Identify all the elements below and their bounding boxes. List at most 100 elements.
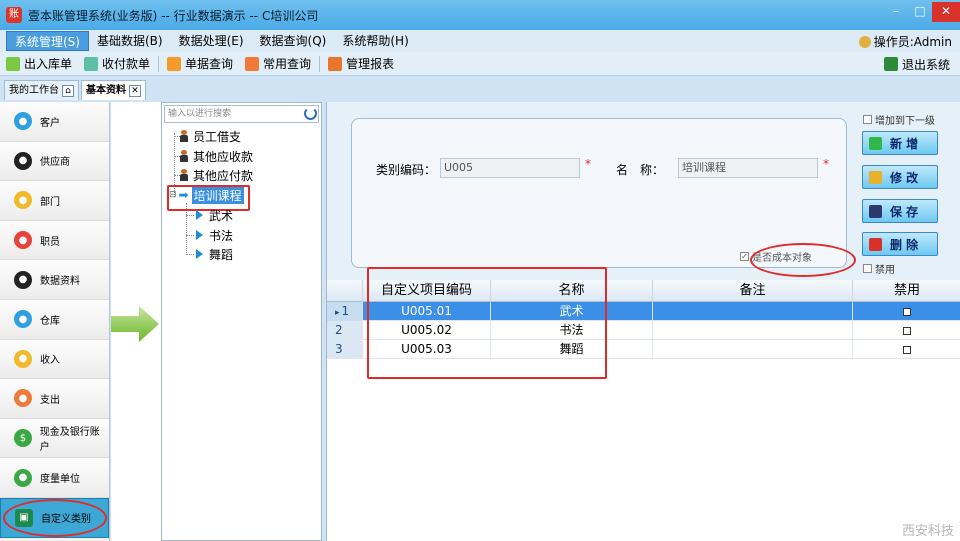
row-pointer-icon: ▸ <box>335 308 340 318</box>
exit-door-icon <box>883 57 898 71</box>
measure-icon: ● <box>14 468 32 487</box>
nav-warehouse[interactable]: ● 仓库 <box>0 299 109 340</box>
nav-expense[interactable]: ● 支出 <box>0 379 109 419</box>
user-icon <box>858 35 871 48</box>
delete-button[interactable]: 删 除 <box>862 232 938 256</box>
grid-highlight-box <box>367 267 607 379</box>
menu-data-query[interactable]: 数据查询(Q) <box>252 31 335 51</box>
person-icon <box>180 169 188 181</box>
checkbox-icon[interactable] <box>903 307 911 316</box>
stock-inout-button[interactable]: 出入库单 <box>0 53 78 75</box>
home-icon: ⌂ <box>62 84 74 97</box>
payment-button[interactable]: 收付款单 <box>78 53 156 75</box>
row-number: 3 <box>327 340 363 359</box>
income-icon: ● <box>14 349 32 368</box>
pencil-icon <box>869 170 882 184</box>
tree-node-calligraphy[interactable]: 书法 <box>196 226 233 244</box>
person-icon <box>180 150 188 162</box>
nav-cash-bank[interactable]: $ 现金及银行账户 <box>0 418 109 459</box>
toolbar: 出入库单 收付款单 单据查询 常用查询 管理报表 退出系统 <box>0 52 960 76</box>
management-report-button[interactable]: 管理报表 <box>322 53 400 75</box>
right-arrow-icon <box>111 306 159 342</box>
tree-node-dance[interactable]: 舞蹈 <box>196 245 233 263</box>
menu-basic-data[interactable]: 基础数据(B) <box>89 31 171 51</box>
add-button[interactable]: 新 增 <box>862 131 938 155</box>
expense-icon: ● <box>14 389 32 408</box>
menu-help[interactable]: 系统帮助(H) <box>334 31 416 51</box>
operator-label: 操作员:Admin <box>873 35 952 49</box>
checkbox-checked-icon: ✓ <box>740 252 749 261</box>
nav-units[interactable]: ● 度量单位 <box>0 458 109 498</box>
person-icon <box>180 130 188 142</box>
voucher-query-button[interactable]: 单据查询 <box>161 53 239 75</box>
customer-icon: ● <box>14 112 32 131</box>
watermark: 西安科技 <box>901 524 954 539</box>
cell-disabled[interactable] <box>853 321 960 340</box>
app-logo-icon: 账 <box>6 7 22 23</box>
nav-staff[interactable]: ● 职员 <box>0 220 109 261</box>
document-search-icon <box>167 56 182 71</box>
column-header-disabled[interactable]: 禁用 <box>853 280 960 302</box>
minus-icon <box>869 237 882 251</box>
save-button[interactable]: 保 存 <box>862 199 938 223</box>
nav-department[interactable]: ● 部门 <box>0 181 109 221</box>
checkbox-icon <box>863 115 872 124</box>
code-label: 类别编码： <box>376 163 437 177</box>
floppy-disk-icon <box>869 204 882 218</box>
tree-node-martial-arts[interactable]: 武术 <box>196 206 233 224</box>
checkbox-icon <box>863 264 872 273</box>
tree-node-employee-loan[interactable]: 员工借支 <box>180 127 241 145</box>
column-header-note[interactable]: 备注 <box>653 280 853 302</box>
refresh-icon[interactable] <box>304 107 317 120</box>
maximize-icon[interactable]: □ <box>908 2 932 22</box>
window-controls: – □ ✕ <box>884 2 960 22</box>
inventory-icon <box>6 56 20 71</box>
triangle-right-icon <box>196 249 203 259</box>
toolbar-separator <box>319 55 321 72</box>
cell-disabled[interactable] <box>853 302 960 321</box>
checkbox-icon[interactable] <box>903 326 911 335</box>
add-to-next-level-checkbox[interactable]: 增加到下一级 <box>863 112 935 127</box>
menu-data-processing[interactable]: 数据处理(E) <box>171 31 252 51</box>
cell-note[interactable] <box>653 321 853 340</box>
category-tree: 输入以进行搜索 员工借支 其他应收款 其他应付款 ⊟ ➡ 培训课程 武术 书法 … <box>161 102 322 541</box>
cell-note[interactable] <box>653 340 853 359</box>
toolbar-separator <box>158 55 160 72</box>
checkbox-icon[interactable] <box>903 345 911 354</box>
cell-disabled[interactable] <box>853 340 960 359</box>
nav-income[interactable]: ● 收入 <box>0 339 109 380</box>
name-label: 名 称： <box>616 163 665 177</box>
left-navigation: ● 客户 ● 供应商 ● 部门 ● 职员 ● 数据资料 ● 仓库 ● 收入 ● … <box>0 102 110 541</box>
close-tab-icon[interactable]: ✕ <box>129 84 141 97</box>
category-name-field[interactable]: 培训课程 <box>678 158 818 178</box>
exit-system-button[interactable]: 退出系统 <box>878 53 956 75</box>
operator-info: 操作员:Admin <box>858 33 952 50</box>
tab-workbench[interactable]: 我的工作台 ⌂ <box>4 80 79 100</box>
common-query-button[interactable]: 常用查询 <box>239 53 317 75</box>
menu-system[interactable]: 系统管理(S) <box>6 31 89 51</box>
minimize-icon[interactable]: – <box>884 2 908 22</box>
tab-basic-info[interactable]: 基本资料 ✕ <box>81 80 146 100</box>
detail-panel: 类别编码： U005 * 名 称： 培训课程 * ✓ 是否成本对象 增加到下一级… <box>326 102 960 541</box>
category-code-field[interactable]: U005 <box>440 158 580 178</box>
row-number-header <box>327 280 363 302</box>
payment-icon <box>84 56 99 71</box>
cell-note[interactable] <box>653 302 853 321</box>
disable-checkbox[interactable]: 禁用 <box>863 261 895 276</box>
tab-bar: 我的工作台 ⌂ 基本资料 ✕ <box>0 78 960 100</box>
nav-customer[interactable]: ● 客户 <box>0 102 109 142</box>
triangle-right-icon <box>196 230 203 240</box>
cash-icon: $ <box>14 429 32 448</box>
close-icon[interactable]: ✕ <box>932 2 960 22</box>
department-icon: ● <box>14 191 32 210</box>
plus-icon <box>869 136 882 150</box>
tree-node-other-payable[interactable]: 其他应付款 <box>180 166 253 184</box>
search-input[interactable]: 输入以进行搜索 <box>164 105 319 123</box>
tree-node-other-receivable[interactable]: 其他应收款 <box>180 147 253 165</box>
edit-button[interactable]: 修 改 <box>862 165 938 189</box>
nav-data-info[interactable]: ● 数据资料 <box>0 260 109 300</box>
menu-bar: 系统管理(S) 基础数据(B) 数据处理(E) 数据查询(Q) 系统帮助(H) … <box>0 30 960 52</box>
nav-supplier[interactable]: ● 供应商 <box>0 141 109 182</box>
supplier-icon: ● <box>14 151 32 170</box>
triangle-right-icon <box>196 210 203 220</box>
